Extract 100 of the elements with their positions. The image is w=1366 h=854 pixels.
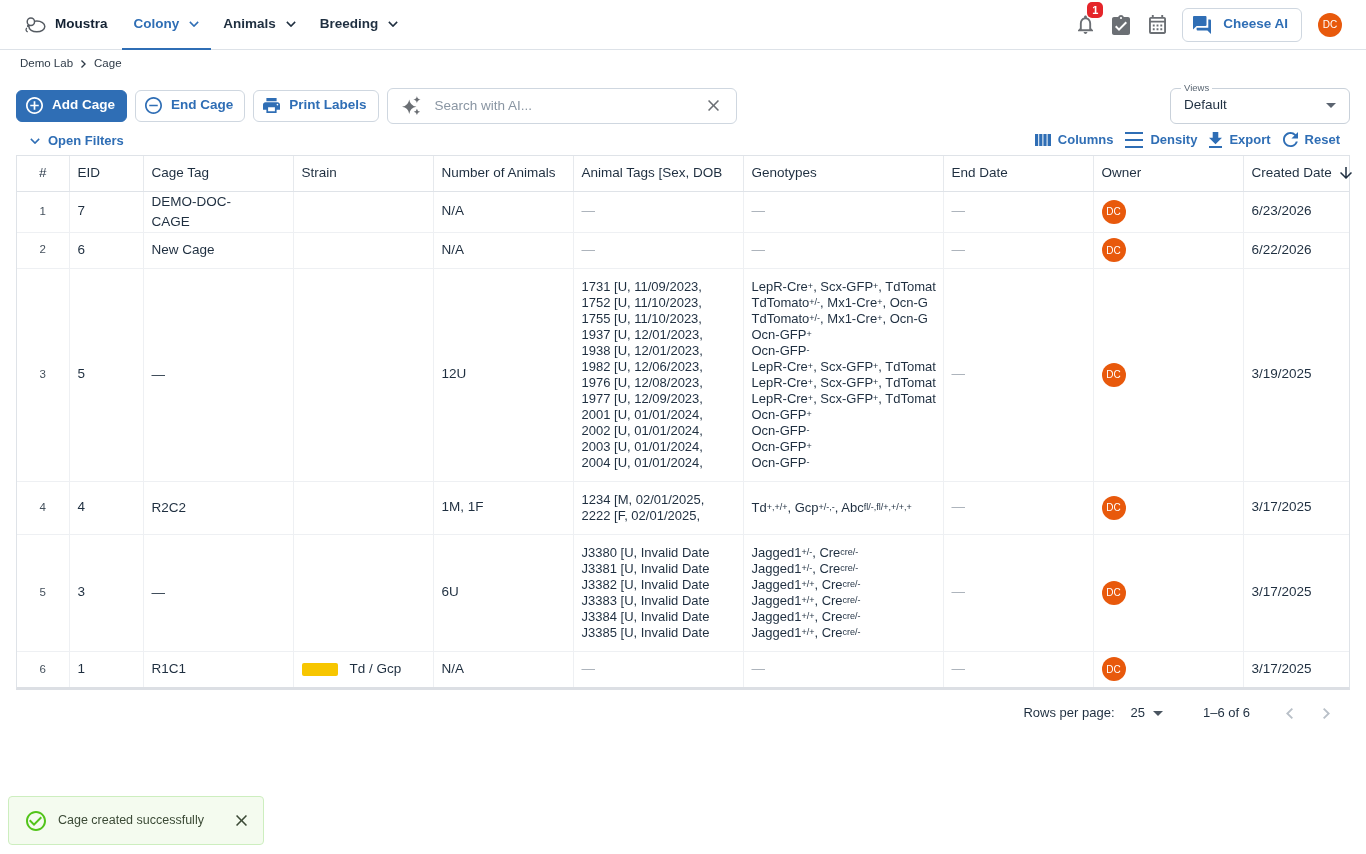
table-cell: — xyxy=(743,651,943,687)
column-header[interactable]: Number of Animals xyxy=(433,156,573,191)
search-field[interactable]: Search with AI... xyxy=(386,87,737,124)
genotype-line: LepR-Cre$^{+}$, Scx-GFP$^{+}$, TdTomat xyxy=(751,390,935,407)
table-cell: 3/19/2025 xyxy=(1243,268,1349,481)
genotype-line: TdTomato$^{+/-}$, Mx1-Cre$^{+}$, Ocn-G xyxy=(751,310,929,327)
animal-tag-line: 1755 [U, 11/10/2023, xyxy=(581,310,703,327)
owner-avatar: DC xyxy=(1101,238,1126,262)
owner-avatar: DC xyxy=(1101,495,1126,520)
bell-icon[interactable] xyxy=(1078,15,1094,34)
export-button[interactable]: Export xyxy=(1209,129,1271,150)
table-cell: 6U xyxy=(433,534,573,651)
table-cell: 1M, 1F xyxy=(433,481,573,534)
columns-button[interactable]: Columns xyxy=(1034,129,1114,150)
animal-tag-line: 1752 [U, 11/10/2023, xyxy=(581,294,703,311)
genotype-line: Td$^{+,+/+}$, Gcp$^{+/-,-}$, Abc$^{fl/-,fl/+,+/+,+}$ xyxy=(751,499,913,516)
column-header[interactable]: Created Date xyxy=(1243,156,1349,191)
animal-tag-line: 1937 [U, 12/01/2023, xyxy=(581,326,704,343)
row-number: 6 xyxy=(17,651,69,687)
column-header[interactable]: Strain xyxy=(293,156,433,191)
close-icon[interactable] xyxy=(707,99,719,111)
chevron-down-icon xyxy=(388,21,399,27)
column-header[interactable]: Genotypes xyxy=(743,156,943,191)
nav-tab[interactable]: Colony xyxy=(121,0,212,50)
table-cell: — xyxy=(943,534,1093,651)
table-cell: — xyxy=(943,268,1093,481)
chevron-down-icon xyxy=(285,21,296,27)
download-icon xyxy=(1209,131,1223,148)
caret-down-icon xyxy=(1326,103,1336,108)
row-number: 4 xyxy=(17,481,69,534)
page-size-select[interactable]: 25 xyxy=(1130,703,1163,723)
table-cell: N/A xyxy=(433,651,573,687)
rows-per-page-label: Rows per page: xyxy=(1023,704,1115,723)
genotype-line: Jagged1$^{+/+}$, Cre$^{cre/-}$ xyxy=(751,576,862,593)
table-cell: R2C2 xyxy=(143,481,293,534)
genotype-line: Ocn-GFP$^{-}$ xyxy=(751,422,811,439)
table-cell: N/A xyxy=(433,232,573,268)
lines-icon xyxy=(1125,131,1144,148)
assistant-button[interactable]: Cheese AI xyxy=(1182,7,1302,42)
open-filters-button[interactable]: Open Filters xyxy=(16,130,124,151)
column-header[interactable]: End Date xyxy=(943,156,1093,191)
columns-icon xyxy=(1034,133,1051,146)
chevron-down-icon xyxy=(189,21,200,27)
genotype-line: Jagged1$^{+/-}$, Cre$^{cre/-}$ xyxy=(751,560,860,577)
genotype-line: Ocn-GFP$^{-}$ xyxy=(751,454,811,471)
chevron-down-icon xyxy=(30,137,40,144)
column-header[interactable]: Cage Tag xyxy=(143,156,293,191)
mouse-icon xyxy=(24,16,46,33)
genotype-line: Jagged1$^{+/-}$, Cre$^{cre/-}$ xyxy=(751,544,860,561)
table-cell: 6/23/2026 xyxy=(1243,191,1349,232)
owner-avatar: DC xyxy=(1101,657,1126,682)
genotype-line: Jagged1$^{+/+}$, Cre$^{cre/-}$ xyxy=(751,608,862,625)
print-button[interactable]: Print Labels xyxy=(253,89,379,122)
animal-tag-line: 1976 [U, 12/08/2023, xyxy=(581,374,704,391)
calendar-icon[interactable] xyxy=(1149,15,1167,34)
column-header[interactable]: # xyxy=(17,156,69,191)
genotype-line: Ocn-GFP$^{-}$ xyxy=(751,342,811,359)
clipboard-check-icon[interactable] xyxy=(1112,14,1131,35)
animal-tag-line: 1234 [M, 02/01/2025, xyxy=(581,491,706,508)
column-header[interactable]: Owner xyxy=(1093,156,1243,191)
table-cell: — xyxy=(143,534,293,651)
table-cell: 6/22/2026 xyxy=(1243,232,1349,268)
animal-tag-line: 2003 [U, 01/01/2024, xyxy=(581,438,704,455)
genotype-line: Ocn-GFP$^{+}$ xyxy=(751,326,813,343)
row-number: 1 xyxy=(17,191,69,232)
animal-tag-line: 1982 [U, 12/06/2023, xyxy=(581,358,704,375)
genotype-line: TdTomato$^{+/-}$, Mx1-Cre$^{+}$, Ocn-G xyxy=(751,294,929,311)
table-cell: 6 xyxy=(69,232,143,268)
animal-tag-line: J3381 [U, Invalid Date xyxy=(581,560,711,577)
owner-avatar: DC xyxy=(1101,580,1126,605)
breadcrumb-current: Cage xyxy=(94,55,122,71)
animal-tag-line: 2004 [U, 01/01/2024, xyxy=(581,454,704,471)
animal-tag-line: J3382 [U, Invalid Date xyxy=(581,576,711,593)
table-cell: 7 xyxy=(69,191,143,232)
column-header[interactable]: Animal Tags [Sex, DOB xyxy=(573,156,743,191)
chat-icon xyxy=(1193,15,1212,34)
density-button[interactable]: Density xyxy=(1125,129,1198,150)
toast-message: Cage created successfully xyxy=(58,812,205,830)
table-cell: — xyxy=(573,232,743,268)
breadcrumb-link[interactable]: Demo Lab xyxy=(20,54,74,73)
user-avatar[interactable]: DC xyxy=(1318,12,1342,37)
table-cell: — xyxy=(743,191,943,232)
close-icon[interactable] xyxy=(236,815,247,826)
end-button[interactable]: End Cage xyxy=(135,89,246,122)
refresh-icon xyxy=(1282,132,1298,147)
strain-name: Td / Gcp xyxy=(349,661,402,677)
table-cell: New Cage xyxy=(143,232,293,268)
owner-avatar: DC xyxy=(1101,362,1126,387)
add-button[interactable]: Add Cage xyxy=(16,89,127,122)
genotype-line: LepR-Cre$^{+}$, Scx-GFP$^{+}$, TdTomat xyxy=(751,278,935,295)
nav-tab[interactable]: Breeding xyxy=(307,0,411,50)
reset-button[interactable]: Reset xyxy=(1282,129,1340,150)
genotype-line: Jagged1$^{+/+}$, Cre$^{cre/-}$ xyxy=(751,624,862,641)
table-cell: — xyxy=(943,191,1093,232)
animal-tag-line: 2002 [U, 01/01/2024, xyxy=(581,422,704,439)
nav-tab[interactable]: Animals xyxy=(211,0,308,50)
column-header[interactable]: EID xyxy=(69,156,143,191)
caret-down-icon xyxy=(1153,710,1163,716)
table-cell: — xyxy=(743,232,943,268)
brand-name: Moustra xyxy=(55,15,108,34)
